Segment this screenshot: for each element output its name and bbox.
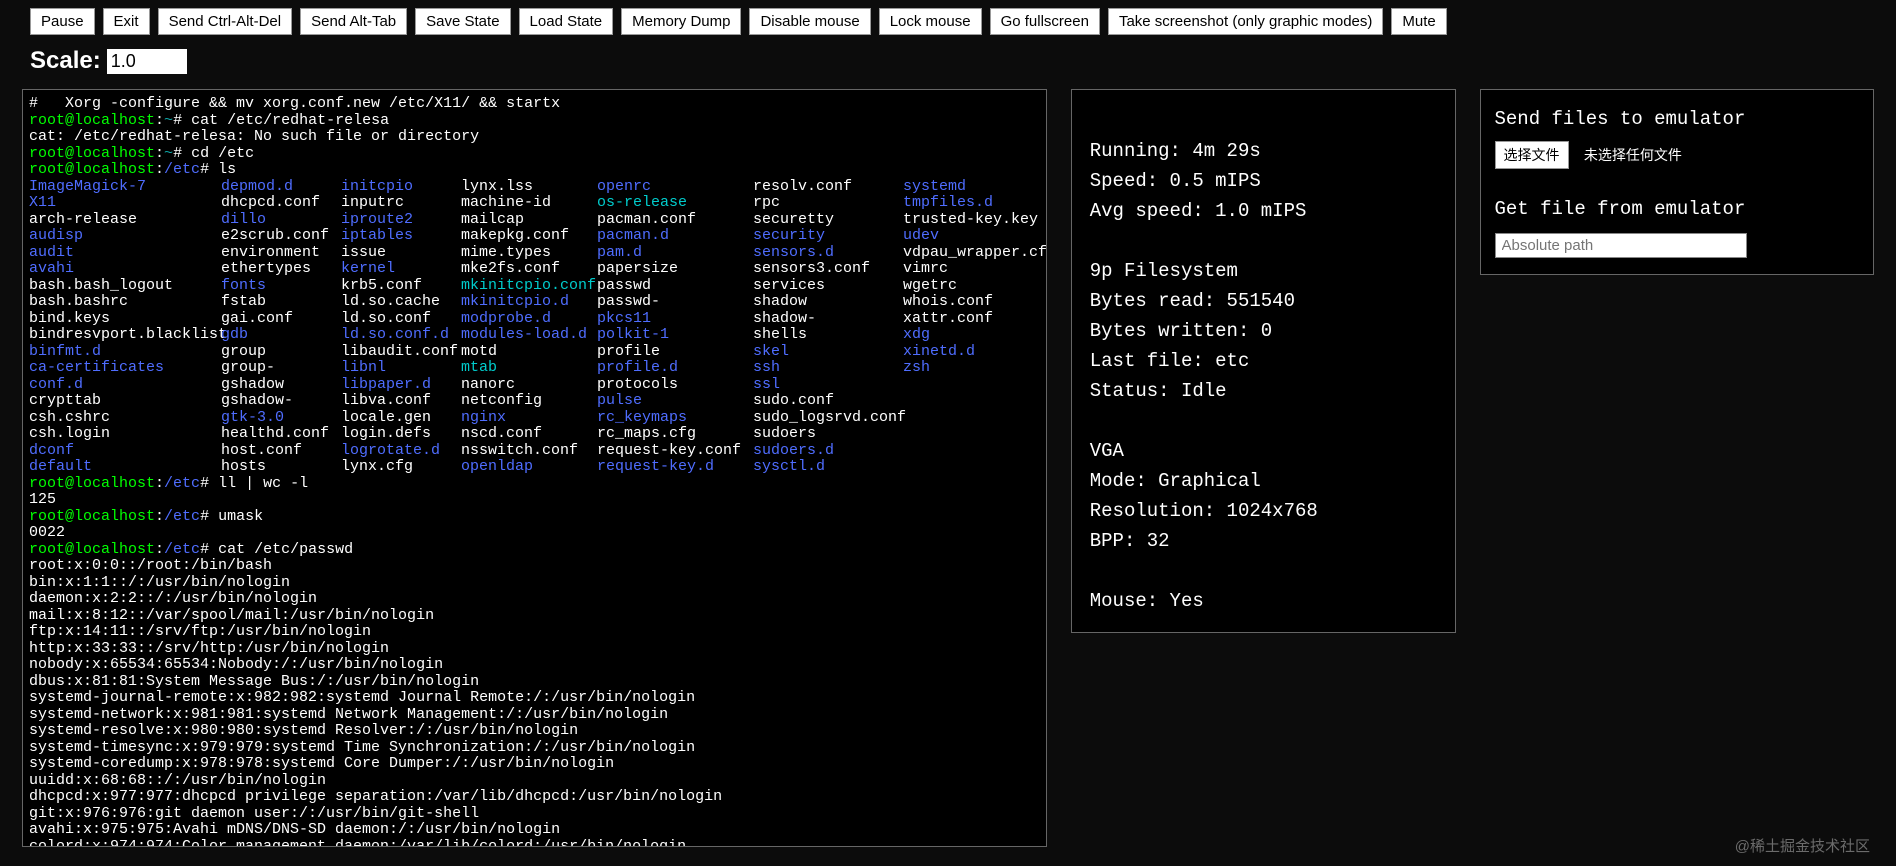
save-state-button[interactable]: Save State <box>415 8 510 35</box>
mute-button[interactable]: Mute <box>1391 8 1446 35</box>
load-state-button[interactable]: Load State <box>519 8 614 35</box>
scale-label: Scale: <box>30 47 101 75</box>
send-files-title: Send files to emulator <box>1495 104 1860 134</box>
status-vga-header: VGA <box>1090 440 1124 462</box>
status-speed: Speed: 0.5 mIPS <box>1090 170 1261 192</box>
go-fullscreen-button[interactable]: Go fullscreen <box>990 8 1100 35</box>
send-alt-tab-button[interactable]: Send Alt-Tab <box>300 8 407 35</box>
get-file-title: Get file from emulator <box>1495 194 1860 224</box>
status-status: Status: Idle <box>1090 380 1227 402</box>
pause-button[interactable]: Pause <box>30 8 95 35</box>
status-panel: Running: 4m 29s Speed: 0.5 mIPS Avg spee… <box>1071 89 1456 633</box>
watermark: @稀土掘金技术社区 <box>1735 835 1870 856</box>
status-resolution: Resolution: 1024x768 <box>1090 500 1318 522</box>
status-bytes-written: Bytes written: 0 <box>1090 320 1272 342</box>
disable-mouse-button[interactable]: Disable mouse <box>749 8 870 35</box>
toolbar: Pause Exit Send Ctrl-Alt-Del Send Alt-Ta… <box>0 0 1896 43</box>
choose-file-button[interactable]: 选择文件 <box>1495 141 1569 169</box>
status-running: Running: 4m 29s <box>1090 140 1261 162</box>
scale-input[interactable] <box>107 49 187 74</box>
status-last-file: Last file: etc <box>1090 350 1250 372</box>
memory-dump-button[interactable]: Memory Dump <box>621 8 741 35</box>
status-avg-speed: Avg speed: 1.0 mIPS <box>1090 200 1307 222</box>
lock-mouse-button[interactable]: Lock mouse <box>879 8 982 35</box>
status-bytes-read: Bytes read: 551540 <box>1090 290 1295 312</box>
status-bpp: BPP: 32 <box>1090 530 1170 552</box>
status-mouse: Mouse: Yes <box>1090 590 1204 612</box>
status-mode: Mode: Graphical <box>1090 470 1261 492</box>
absolute-path-input[interactable] <box>1495 233 1747 258</box>
take-screenshot-button[interactable]: Take screenshot (only graphic modes) <box>1108 8 1383 35</box>
no-file-chosen-text: 未选择任何文件 <box>1584 147 1682 163</box>
send-ctrl-alt-del-button[interactable]: Send Ctrl-Alt-Del <box>158 8 293 35</box>
file-io-panel: Send files to emulator 选择文件 未选择任何文件 Get … <box>1480 89 1875 275</box>
terminal-screen[interactable]: # Xorg -configure && mv xorg.conf.new /e… <box>22 89 1047 847</box>
scale-row: Scale: <box>0 43 1896 89</box>
status-9p-header: 9p Filesystem <box>1090 260 1238 282</box>
exit-button[interactable]: Exit <box>103 8 150 35</box>
